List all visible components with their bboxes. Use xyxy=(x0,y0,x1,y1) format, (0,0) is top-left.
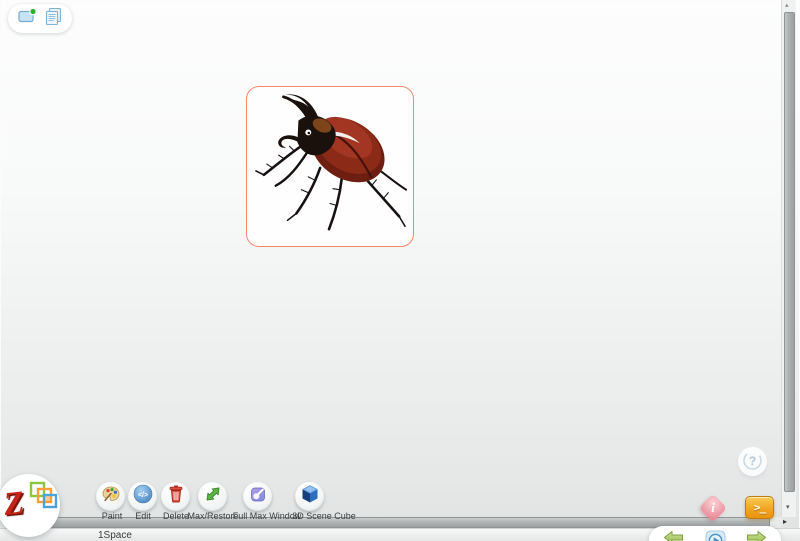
vertical-scrollbar[interactable] xyxy=(781,0,796,517)
v-scroll-up-arrow[interactable]: ▴ xyxy=(785,1,789,9)
scene-cube-button[interactable] xyxy=(295,482,324,511)
v-scroll-down-arrow[interactable]: ▾ xyxy=(786,503,790,511)
svg-text:</>: </> xyxy=(137,492,147,499)
terminal-prompt-icon: >_ xyxy=(754,501,765,514)
code-circle-icon: </> xyxy=(132,483,154,510)
logo-squares-icon xyxy=(22,481,58,514)
edit-button[interactable]: </> xyxy=(128,482,157,511)
pages-button[interactable] xyxy=(43,8,64,29)
app-canvas: ? Paint </> xyxy=(0,0,800,541)
terminal-button[interactable]: >_ xyxy=(745,496,774,519)
navigation-pill xyxy=(649,526,781,541)
forward-arrow-icon xyxy=(746,530,767,541)
logo-z-letter: Z xyxy=(2,485,26,524)
top-left-toolbar-pill xyxy=(8,4,72,33)
nav-back-button[interactable] xyxy=(663,530,684,541)
image-object-frame[interactable] xyxy=(246,86,414,247)
info-icon: i xyxy=(703,498,723,518)
space-name-label: 1Space xyxy=(98,530,132,541)
green-resize-arrow-icon xyxy=(202,483,224,510)
delete-label: Delete xyxy=(163,511,189,521)
screen-add-button[interactable] xyxy=(17,8,38,29)
full-max-window-label: Full Max Window xyxy=(233,511,302,521)
h-scroll-right-arrow[interactable]: ▸ xyxy=(783,517,787,526)
nav-play-button[interactable] xyxy=(705,530,726,541)
max-restore-label: Max/Restore xyxy=(187,511,238,521)
max-restore-button[interactable] xyxy=(198,482,227,511)
paint-button[interactable] xyxy=(96,482,125,511)
edit-label: Edit xyxy=(135,511,151,521)
full-max-window-button[interactable] xyxy=(243,482,272,511)
screen-add-icon xyxy=(18,7,38,30)
vertical-scrollbar-thumb[interactable] xyxy=(784,12,795,492)
trash-icon xyxy=(167,484,185,509)
blue-cube-icon xyxy=(299,483,321,510)
play-icon xyxy=(705,530,726,541)
delete-button[interactable] xyxy=(161,482,190,511)
expand-window-icon xyxy=(248,484,268,509)
info-button[interactable]: i xyxy=(699,494,727,522)
scene-cube-label: 3D Scene Cube xyxy=(292,511,356,521)
nav-forward-button[interactable] xyxy=(746,530,767,541)
stacked-pages-icon xyxy=(44,7,63,31)
question-icon: ? xyxy=(749,454,756,468)
paint-palette-icon xyxy=(101,484,121,509)
back-arrow-icon xyxy=(663,530,684,541)
paint-label: Paint xyxy=(102,511,123,521)
help-button[interactable]: ? xyxy=(738,447,767,476)
